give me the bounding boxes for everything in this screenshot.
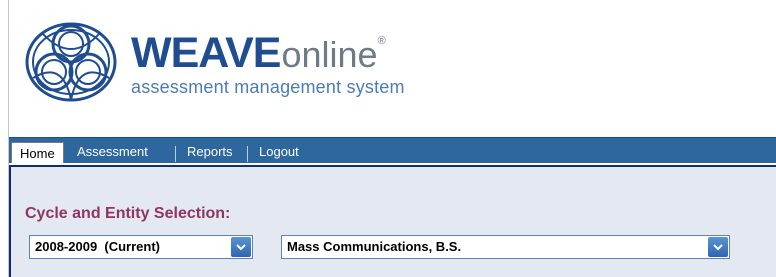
nav-separator — [175, 146, 176, 162]
tab-reports[interactable]: Reports — [179, 141, 241, 164]
cycle-select[interactable]: 2008-2009 (Current) — [29, 235, 253, 259]
app-frame: WEAVEonline® assessment management syste… — [8, 0, 776, 277]
main-nav: Home Assessment Reports Logout — [9, 137, 776, 165]
brand-name-bold: WEAVE — [131, 29, 281, 77]
cycle-select-value: 2008-2009 (Current) — [35, 239, 160, 254]
entity-select[interactable]: Mass Communications, B.S. — [281, 235, 730, 259]
brand-wordmark: WEAVEonline® assessment management syste… — [131, 32, 405, 98]
tab-assessment[interactable]: Assessment — [69, 141, 156, 164]
tab-home[interactable]: Home — [11, 142, 64, 165]
selection-panel: Cycle and Entity Selection: 2008-2009 (C… — [9, 165, 776, 277]
header: WEAVEonline® assessment management syste… — [9, 0, 776, 137]
tab-logout[interactable]: Logout — [251, 141, 307, 164]
chevron-down-icon[interactable] — [231, 237, 251, 257]
weave-logo-icon — [25, 22, 117, 102]
nav-separator — [247, 146, 248, 162]
entity-select-value: Mass Communications, B.S. — [287, 239, 462, 254]
registered-mark: ® — [377, 35, 386, 47]
panel-title: Cycle and Entity Selection: — [25, 205, 231, 222]
brand-tagline: assessment management system — [131, 77, 405, 97]
brand-name-light: online — [281, 34, 378, 75]
chevron-down-icon[interactable] — [708, 237, 728, 257]
